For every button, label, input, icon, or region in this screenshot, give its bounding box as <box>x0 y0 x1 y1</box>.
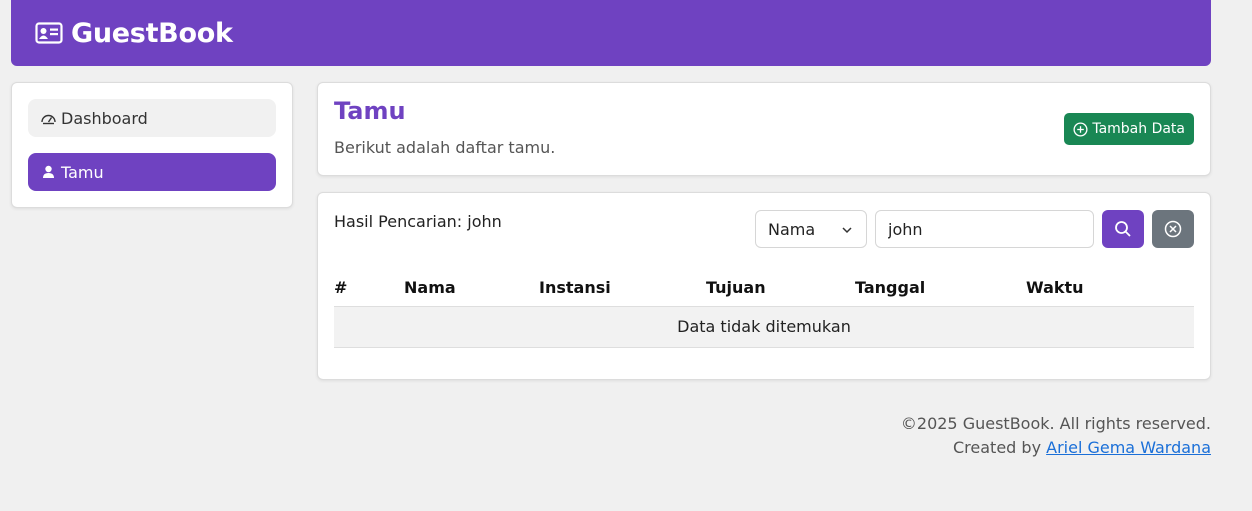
x-circle-icon <box>1164 220 1182 238</box>
column-header-tanggal: Tanggal <box>855 269 1026 307</box>
sidebar-item-label: Tamu <box>61 162 104 182</box>
speedometer-icon <box>40 110 57 127</box>
search-button[interactable] <box>1102 210 1144 248</box>
add-data-button[interactable]: Tambah Data <box>1064 113 1194 145</box>
credit-line: Created by Ariel Gema Wardana <box>901 436 1211 460</box>
search-result-label: Hasil Pencarian: john <box>334 212 502 231</box>
sidebar-item-label: Dashboard <box>61 108 148 128</box>
guest-table: # Nama Instansi Tujuan Tanggal Waktu Dat… <box>334 269 1194 348</box>
copyright-text: ©2025 GuestBook. All rights reserved. <box>900 414 1211 433</box>
person-icon <box>40 164 57 181</box>
id-card-icon <box>35 22 63 44</box>
table-header-row: # Nama Instansi Tujuan Tanggal Waktu <box>334 269 1194 307</box>
page-title: Tamu <box>334 97 406 125</box>
sidebar-item-dashboard[interactable]: Dashboard <box>28 99 276 137</box>
column-header-instansi: Instansi <box>539 269 706 307</box>
column-header-waktu: Waktu <box>1026 269 1194 307</box>
add-data-label: Tambah Data <box>1092 121 1185 137</box>
brand-name: GuestBook <box>71 17 233 49</box>
guest-table-card: Hasil Pencarian: john Nama # Nama Instan… <box>317 192 1211 380</box>
plus-circle-icon <box>1073 121 1088 137</box>
empty-state-message: Data tidak ditemukan <box>334 306 1194 348</box>
chevron-down-icon <box>842 227 852 234</box>
search-icon <box>1115 221 1131 237</box>
created-by-text: Created by <box>953 438 1042 457</box>
sidebar-item-tamu[interactable]: Tamu <box>28 153 276 191</box>
sidebar: Dashboard Tamu <box>11 82 293 208</box>
page-subtitle: Berikut adalah daftar tamu. <box>334 138 556 157</box>
search-input[interactable] <box>875 210 1094 248</box>
reset-search-button[interactable] <box>1152 210 1194 248</box>
author-link[interactable]: Ariel Gema Wardana <box>1046 438 1211 457</box>
footer: ©2025 GuestBook. All rights reserved. Cr… <box>901 412 1211 460</box>
brand-link[interactable]: GuestBook <box>35 18 233 49</box>
search-field-value: Nama <box>768 219 816 239</box>
column-header-nama: Nama <box>404 269 539 307</box>
table-row: Data tidak ditemukan <box>334 306 1194 348</box>
top-navbar: GuestBook <box>11 0 1211 66</box>
page-header-card: Tamu Berikut adalah daftar tamu. Tambah … <box>317 82 1211 176</box>
search-field-select[interactable]: Nama <box>755 210 867 248</box>
column-header-tujuan: Tujuan <box>706 269 855 307</box>
column-header-number: # <box>334 269 404 307</box>
